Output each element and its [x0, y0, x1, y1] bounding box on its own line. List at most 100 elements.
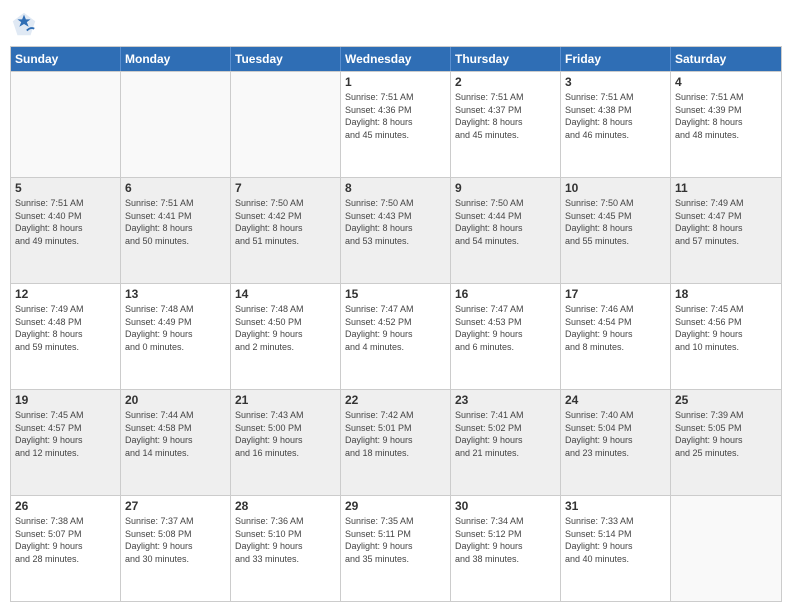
- day-info: Sunrise: 7:34 AM Sunset: 5:12 PM Dayligh…: [455, 515, 556, 565]
- day-number: 26: [15, 499, 116, 513]
- day-info: Sunrise: 7:40 AM Sunset: 5:04 PM Dayligh…: [565, 409, 666, 459]
- day-number: 15: [345, 287, 446, 301]
- day-info: Sunrise: 7:46 AM Sunset: 4:54 PM Dayligh…: [565, 303, 666, 353]
- calendar-cell: 15 Sunrise: 7:47 AM Sunset: 4:52 PM Dayli…: [341, 284, 451, 389]
- day-number: 8: [345, 181, 446, 195]
- day-number: 22: [345, 393, 446, 407]
- calendar-body: 1 Sunrise: 7:51 AM Sunset: 4:36 PM Daylig…: [11, 71, 781, 601]
- day-info: Sunrise: 7:51 AM Sunset: 4:41 PM Dayligh…: [125, 197, 226, 247]
- day-number: 31: [565, 499, 666, 513]
- day-number: 6: [125, 181, 226, 195]
- calendar-cell: 21 Sunrise: 7:43 AM Sunset: 5:00 PM Dayli…: [231, 390, 341, 495]
- day-info: Sunrise: 7:51 AM Sunset: 4:40 PM Dayligh…: [15, 197, 116, 247]
- calendar-cell: 6 Sunrise: 7:51 AM Sunset: 4:41 PM Daylig…: [121, 178, 231, 283]
- day-number: 10: [565, 181, 666, 195]
- day-number: 23: [455, 393, 556, 407]
- calendar-cell: 20 Sunrise: 7:44 AM Sunset: 4:58 PM Dayli…: [121, 390, 231, 495]
- day-number: 2: [455, 75, 556, 89]
- header: [10, 10, 782, 38]
- calendar-cell: 5Sunrise: 7:51 AM Sunset: 4:40 PM Daylig…: [11, 178, 121, 283]
- calendar-cell: [231, 72, 341, 177]
- day-info: Sunrise: 7:41 AM Sunset: 5:02 PM Dayligh…: [455, 409, 556, 459]
- day-info: Sunrise: 7:35 AM Sunset: 5:11 PM Dayligh…: [345, 515, 446, 565]
- calendar-cell: 11 Sunrise: 7:49 AM Sunset: 4:47 PM Dayli…: [671, 178, 781, 283]
- day-info: Sunrise: 7:50 AM Sunset: 4:43 PM Dayligh…: [345, 197, 446, 247]
- calendar-cell: 25 Sunrise: 7:39 AM Sunset: 5:05 PM Dayli…: [671, 390, 781, 495]
- calendar-row: 19 Sunrise: 7:45 AM Sunset: 4:57 PM Dayli…: [11, 389, 781, 495]
- day-number: 19: [15, 393, 116, 407]
- calendar-cell: 7Sunrise: 7:50 AM Sunset: 4:42 PM Daylig…: [231, 178, 341, 283]
- calendar-cell: [671, 496, 781, 601]
- day-number: 18: [675, 287, 777, 301]
- day-info: Sunrise: 7:49 AM Sunset: 4:48 PM Dayligh…: [15, 303, 116, 353]
- day-number: 17: [565, 287, 666, 301]
- day-number: 3: [565, 75, 666, 89]
- calendar-cell: 27 Sunrise: 7:37 AM Sunset: 5:08 PM Dayli…: [121, 496, 231, 601]
- day-info: Sunrise: 7:49 AM Sunset: 4:47 PM Dayligh…: [675, 197, 777, 247]
- day-number: 4: [675, 75, 777, 89]
- day-number: 9: [455, 181, 556, 195]
- calendar-cell: 18 Sunrise: 7:45 AM Sunset: 4:56 PM Dayli…: [671, 284, 781, 389]
- day-number: 27: [125, 499, 226, 513]
- day-info: Sunrise: 7:48 AM Sunset: 4:50 PM Dayligh…: [235, 303, 336, 353]
- header-day: Thursday: [451, 47, 561, 71]
- calendar-cell: 29 Sunrise: 7:35 AM Sunset: 5:11 PM Dayli…: [341, 496, 451, 601]
- calendar-cell: 24 Sunrise: 7:40 AM Sunset: 5:04 PM Dayli…: [561, 390, 671, 495]
- day-number: 21: [235, 393, 336, 407]
- day-info: Sunrise: 7:47 AM Sunset: 4:53 PM Dayligh…: [455, 303, 556, 353]
- calendar-cell: 9Sunrise: 7:50 AM Sunset: 4:44 PM Daylig…: [451, 178, 561, 283]
- day-number: 24: [565, 393, 666, 407]
- calendar-row: 12 Sunrise: 7:49 AM Sunset: 4:48 PM Dayli…: [11, 283, 781, 389]
- day-number: 16: [455, 287, 556, 301]
- header-day: Saturday: [671, 47, 781, 71]
- day-number: 13: [125, 287, 226, 301]
- day-info: Sunrise: 7:51 AM Sunset: 4:39 PM Dayligh…: [675, 91, 777, 141]
- header-day: Monday: [121, 47, 231, 71]
- calendar-cell: 13Sunrise: 7:48 AM Sunset: 4:49 PM Dayli…: [121, 284, 231, 389]
- day-number: 7: [235, 181, 336, 195]
- calendar-cell: 16 Sunrise: 7:47 AM Sunset: 4:53 PM Dayli…: [451, 284, 561, 389]
- calendar-cell: 28Sunrise: 7:36 AM Sunset: 5:10 PM Dayli…: [231, 496, 341, 601]
- day-info: Sunrise: 7:33 AM Sunset: 5:14 PM Dayligh…: [565, 515, 666, 565]
- day-info: Sunrise: 7:37 AM Sunset: 5:08 PM Dayligh…: [125, 515, 226, 565]
- day-info: Sunrise: 7:51 AM Sunset: 4:37 PM Dayligh…: [455, 91, 556, 141]
- calendar-row: 26 Sunrise: 7:38 AM Sunset: 5:07 PM Dayli…: [11, 495, 781, 601]
- calendar-cell: 10 Sunrise: 7:50 AM Sunset: 4:45 PM Dayli…: [561, 178, 671, 283]
- day-info: Sunrise: 7:43 AM Sunset: 5:00 PM Dayligh…: [235, 409, 336, 459]
- header-day: Sunday: [11, 47, 121, 71]
- day-number: 29: [345, 499, 446, 513]
- calendar-cell: 2 Sunrise: 7:51 AM Sunset: 4:37 PM Daylig…: [451, 72, 561, 177]
- calendar-header: SundayMondayTuesdayWednesdayThursdayFrid…: [11, 47, 781, 71]
- day-info: Sunrise: 7:51 AM Sunset: 4:36 PM Dayligh…: [345, 91, 446, 141]
- day-info: Sunrise: 7:38 AM Sunset: 5:07 PM Dayligh…: [15, 515, 116, 565]
- calendar-cell: 4 Sunrise: 7:51 AM Sunset: 4:39 PM Daylig…: [671, 72, 781, 177]
- day-info: Sunrise: 7:45 AM Sunset: 4:57 PM Dayligh…: [15, 409, 116, 459]
- day-info: Sunrise: 7:42 AM Sunset: 5:01 PM Dayligh…: [345, 409, 446, 459]
- day-info: Sunrise: 7:44 AM Sunset: 4:58 PM Dayligh…: [125, 409, 226, 459]
- header-day: Friday: [561, 47, 671, 71]
- page: SundayMondayTuesdayWednesdayThursdayFrid…: [0, 0, 792, 612]
- day-info: Sunrise: 7:45 AM Sunset: 4:56 PM Dayligh…: [675, 303, 777, 353]
- calendar-cell: 3Sunrise: 7:51 AM Sunset: 4:38 PM Daylig…: [561, 72, 671, 177]
- day-number: 28: [235, 499, 336, 513]
- calendar-cell: 30 Sunrise: 7:34 AM Sunset: 5:12 PM Dayli…: [451, 496, 561, 601]
- day-number: 30: [455, 499, 556, 513]
- day-number: 1: [345, 75, 446, 89]
- calendar-cell: 1 Sunrise: 7:51 AM Sunset: 4:36 PM Daylig…: [341, 72, 451, 177]
- day-number: 14: [235, 287, 336, 301]
- day-info: Sunrise: 7:39 AM Sunset: 5:05 PM Dayligh…: [675, 409, 777, 459]
- day-number: 20: [125, 393, 226, 407]
- logo: [10, 10, 42, 38]
- day-info: Sunrise: 7:47 AM Sunset: 4:52 PM Dayligh…: [345, 303, 446, 353]
- calendar-cell: 14 Sunrise: 7:48 AM Sunset: 4:50 PM Dayli…: [231, 284, 341, 389]
- calendar-cell: 26 Sunrise: 7:38 AM Sunset: 5:07 PM Dayli…: [11, 496, 121, 601]
- day-info: Sunrise: 7:50 AM Sunset: 4:45 PM Dayligh…: [565, 197, 666, 247]
- calendar-cell: 19 Sunrise: 7:45 AM Sunset: 4:57 PM Dayli…: [11, 390, 121, 495]
- calendar-cell: [11, 72, 121, 177]
- calendar-cell: 8 Sunrise: 7:50 AM Sunset: 4:43 PM Daylig…: [341, 178, 451, 283]
- day-number: 12: [15, 287, 116, 301]
- day-number: 25: [675, 393, 777, 407]
- calendar-row: 1 Sunrise: 7:51 AM Sunset: 4:36 PM Daylig…: [11, 71, 781, 177]
- day-number: 11: [675, 181, 777, 195]
- calendar-row: 5Sunrise: 7:51 AM Sunset: 4:40 PM Daylig…: [11, 177, 781, 283]
